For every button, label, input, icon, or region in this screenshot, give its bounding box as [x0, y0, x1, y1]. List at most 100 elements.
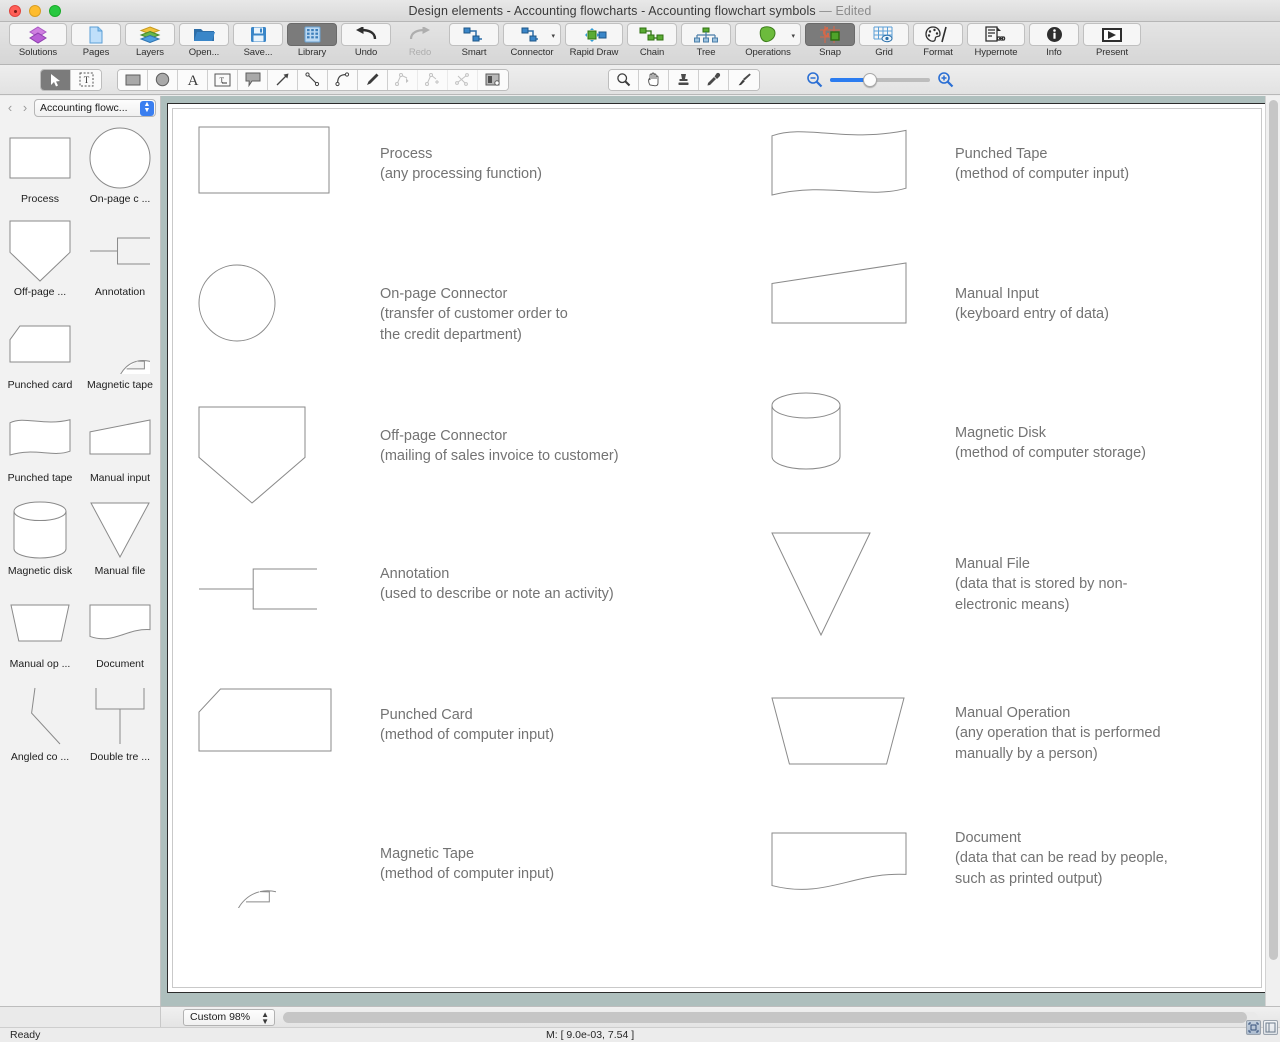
chevron-down-icon[interactable]: ▾ [791, 32, 795, 40]
line-icon[interactable] [298, 70, 328, 90]
toolbar-button-connector[interactable]: ▾Connector [501, 22, 563, 58]
add-point-icon[interactable] [418, 70, 448, 90]
toolbar-button-rapid-draw[interactable]: Rapid Draw [563, 22, 625, 58]
library-shape-item[interactable]: Document [80, 588, 160, 681]
library-shape-item[interactable]: Punched card [0, 309, 80, 402]
toolbar-button-grid[interactable]: Grid [857, 22, 911, 58]
arc-icon[interactable] [328, 70, 358, 90]
hand-pan-icon[interactable] [639, 70, 669, 90]
on-page-connector-circle-shape[interactable] [198, 264, 276, 342]
library-shape-item[interactable]: Annotation [80, 216, 160, 309]
zoom-in-icon[interactable] [937, 71, 954, 88]
process-rectangle-shape[interactable] [198, 126, 330, 194]
manual-operation-shape[interactable] [2, 588, 78, 658]
library-next-button[interactable]: › [19, 100, 31, 115]
split-view-icon[interactable] [1263, 1020, 1278, 1035]
chevron-down-icon[interactable]: ▾ [551, 32, 555, 40]
toolbar-button-snap[interactable]: Snap [803, 22, 857, 58]
process-rectangle-shape[interactable] [2, 123, 78, 193]
document-shape[interactable] [82, 588, 158, 658]
library-shape-item[interactable]: Manual input [80, 402, 160, 495]
mask-icon[interactable] [478, 70, 508, 90]
zoom-slider[interactable] [830, 78, 930, 82]
zoom-level-selector[interactable]: Custom 98% ▲▼ [183, 1009, 275, 1026]
double-tree-shape[interactable] [82, 681, 158, 751]
library-selector[interactable]: Accounting flowc... ▲▼ [34, 99, 156, 117]
magnetic-tape-shape[interactable] [82, 309, 158, 379]
ellipse-icon[interactable] [148, 70, 178, 90]
on-page-connector-circle-shape[interactable] [82, 123, 158, 193]
text-box-icon[interactable]: T [208, 70, 238, 90]
toolbar-button-layers[interactable]: Layers [123, 22, 177, 58]
text-A-icon[interactable]: A [178, 70, 208, 90]
toolbar-button-solutions[interactable]: Solutions [7, 22, 69, 58]
pen-icon[interactable] [358, 70, 388, 90]
toolbar-button-operations[interactable]: ▾Operations [733, 22, 803, 58]
document-shape[interactable] [771, 832, 907, 894]
manual-input-shape[interactable] [82, 402, 158, 472]
stamp-icon[interactable] [669, 70, 699, 90]
toolbar-button-redo[interactable]: Redo [393, 22, 447, 58]
paintbrush-icon[interactable] [729, 70, 759, 90]
fit-page-icon[interactable] [1246, 1020, 1261, 1035]
library-shape-item[interactable]: On-page c ... [80, 123, 160, 216]
text-select-icon[interactable]: T [71, 70, 101, 90]
library-shape-item[interactable]: Angled co ... [0, 681, 80, 774]
rectangle-icon[interactable] [118, 70, 148, 90]
library-shape-item[interactable]: Magnetic disk [0, 495, 80, 588]
library-shape-item[interactable]: Punched tape [0, 402, 80, 495]
chevron-updown-icon[interactable]: ▲▼ [140, 101, 154, 116]
zoom-magnifier-icon[interactable] [609, 70, 639, 90]
library-shape-item[interactable]: Manual file [80, 495, 160, 588]
cut-path-icon[interactable] [448, 70, 478, 90]
angled-connector-shape[interactable] [2, 681, 78, 751]
pointer-icon[interactable] [41, 70, 71, 90]
manual-input-shape[interactable] [771, 262, 907, 324]
library-shape-item[interactable]: Manual op ... [0, 588, 80, 681]
toolbar-button-present[interactable]: Present [1081, 22, 1143, 58]
zoom-slider-knob[interactable] [863, 73, 877, 87]
off-page-connector-shape[interactable] [198, 406, 306, 504]
toolbar-button-tree[interactable]: Tree [679, 22, 733, 58]
callout-icon[interactable] [238, 70, 268, 90]
toolbar-button-save[interactable]: Save... [231, 22, 285, 58]
canvas-horizontal-scrollbar[interactable] [283, 1012, 1258, 1023]
canvas-area[interactable]: Process(any processing function)On-page … [161, 96, 1280, 1006]
library-prev-button[interactable]: ‹ [4, 100, 16, 115]
punched-card-shape[interactable] [198, 688, 332, 752]
toolbar-button-pages[interactable]: Pages [69, 22, 123, 58]
toolbar-button-library[interactable]: Library [285, 22, 339, 58]
canvas-vertical-scroll-thumb[interactable] [1269, 100, 1278, 960]
annotation-bracket-shape[interactable] [82, 216, 158, 286]
manual-file-shape[interactable] [82, 495, 158, 565]
manual-operation-shape[interactable] [771, 697, 905, 765]
library-shape-item[interactable]: Magnetic tape [80, 309, 160, 402]
edit-points-icon[interactable] [388, 70, 418, 90]
punched-tape-shape[interactable] [2, 402, 78, 472]
toolbar-button-undo[interactable]: Undo [339, 22, 393, 58]
library-shape-item[interactable]: Off-page ... [0, 216, 80, 309]
document-page[interactable]: Process(any processing function)On-page … [167, 103, 1267, 993]
punched-tape-shape[interactable] [771, 128, 907, 196]
manual-file-shape[interactable] [771, 532, 871, 636]
punched-card-shape[interactable] [2, 309, 78, 379]
off-page-connector-shape[interactable] [2, 216, 78, 286]
arrow-icon[interactable] [268, 70, 298, 90]
magnetic-disk-shape[interactable] [2, 495, 78, 565]
toolbar-button-chain[interactable]: Chain [625, 22, 679, 58]
canvas-horizontal-scroll-thumb[interactable] [283, 1012, 1247, 1023]
magnetic-tape-shape[interactable] [198, 830, 276, 908]
library-shape-item[interactable]: Process [0, 123, 80, 216]
toolbar-button-info[interactable]: Info [1027, 22, 1081, 58]
toolbar-button-hypernote[interactable]: Hypernote [965, 22, 1027, 58]
annotation-bracket-shape[interactable] [198, 568, 318, 610]
zoom-out-icon[interactable] [806, 71, 823, 88]
toolbar-button-format[interactable]: Format [911, 22, 965, 58]
toolbar-button-smart[interactable]: Smart [447, 22, 501, 58]
canvas-vertical-scrollbar[interactable] [1265, 96, 1280, 1006]
library-shape-item[interactable]: Double tre ... [80, 681, 160, 774]
magnetic-disk-shape[interactable] [771, 392, 841, 470]
toolbar-button-open[interactable]: Open... [177, 22, 231, 58]
eyedropper-icon[interactable] [699, 70, 729, 90]
chevron-updown-icon[interactable]: ▲▼ [261, 1011, 269, 1025]
